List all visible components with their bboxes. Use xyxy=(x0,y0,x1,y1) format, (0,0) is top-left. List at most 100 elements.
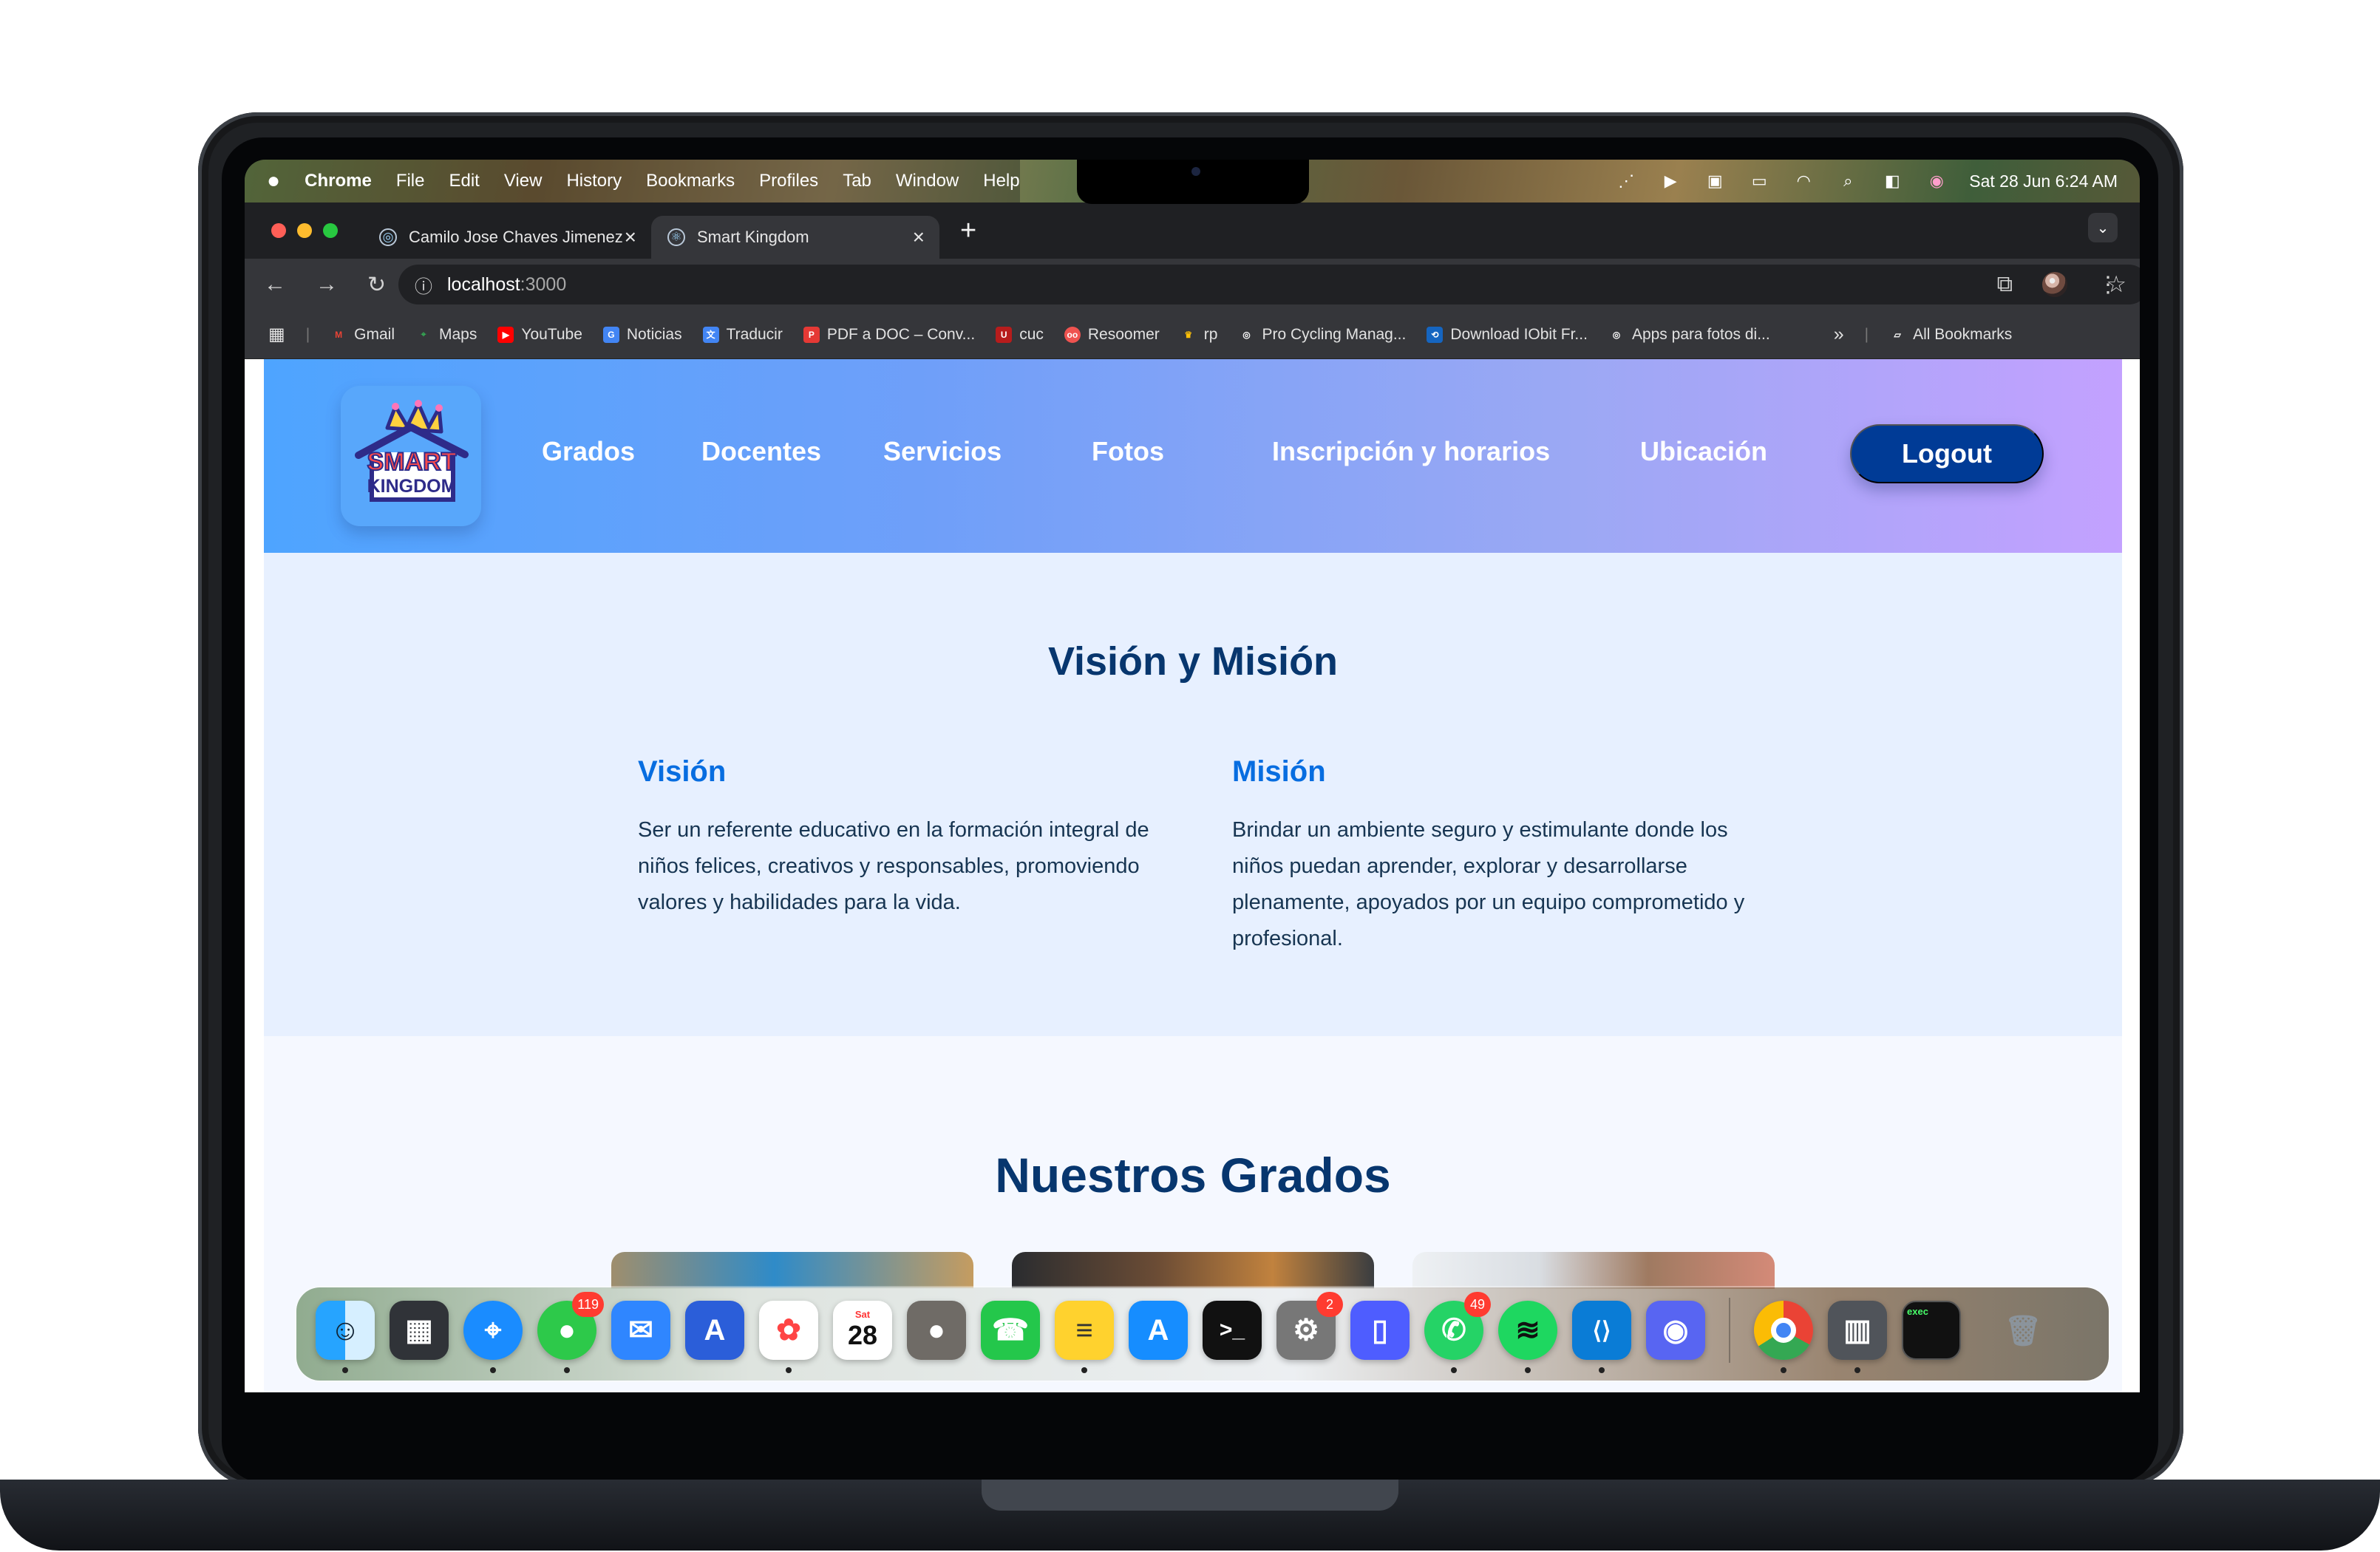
nav-fotos[interactable]: Fotos xyxy=(1092,436,1164,467)
notes-icon[interactable]: ≡ xyxy=(1055,1301,1114,1373)
launchpad-icon[interactable]: ▦ xyxy=(390,1301,449,1360)
bookmark-apps-fotos[interactable]: ◎ Apps para fotos di... xyxy=(1608,326,1770,344)
app-store-icon[interactable]: A xyxy=(1129,1301,1188,1360)
visual-studio-code-icon[interactable]: ⟨⟩ xyxy=(1572,1301,1631,1373)
database-icon: ▥ xyxy=(1843,1314,1871,1347)
smart-kingdom-logo[interactable]: SMART KINGDOM xyxy=(341,386,481,526)
nav-inscripcion-y-horarios[interactable]: Inscripción y horarios xyxy=(1272,436,1550,467)
more-menu-icon[interactable]: ⋮ xyxy=(2097,272,2119,298)
contacts-icon[interactable]: ● xyxy=(907,1301,966,1360)
wifi-icon[interactable]: ◠ xyxy=(1792,171,1815,190)
nav-servicios[interactable]: Servicios xyxy=(883,436,1002,467)
maximize-window-icon[interactable] xyxy=(323,223,338,238)
safari-icon[interactable]: ⌖ xyxy=(463,1301,523,1373)
bookmark-download-iobit[interactable]: ⟲ Download IObit Fr... xyxy=(1427,326,1588,344)
finder-icon[interactable]: ☺ xyxy=(316,1301,375,1373)
search-icon[interactable]: ⌕ xyxy=(1836,171,1860,190)
maps-icon: ⌖ xyxy=(421,329,426,339)
running-indicator xyxy=(1781,1367,1786,1373)
menu-help[interactable]: Help xyxy=(983,171,1019,191)
chrome-icon[interactable] xyxy=(1754,1301,1813,1373)
bookmark-cuc[interactable]: Ucuc xyxy=(996,326,1044,344)
vision-mission-section: Visión y Misión Visión Ser un referente … xyxy=(264,553,2122,1036)
url-port[interactable]: :3000 xyxy=(520,274,567,295)
url-text[interactable]: localhost:3000 xyxy=(447,274,566,296)
bookmark-traducir[interactable]: 文 Traducir xyxy=(702,326,783,344)
nav-grados[interactable]: Grados xyxy=(542,436,635,467)
terminal-icon[interactable]: >_ xyxy=(1203,1301,1262,1360)
resoomer-icon: oo xyxy=(1064,326,1081,343)
back-arrow-icon[interactable]: ← xyxy=(264,272,286,297)
tab-search-button[interactable]: ⌄ xyxy=(2088,213,2118,242)
extensions-icon[interactable]: ⧉ xyxy=(1997,272,2013,297)
nav-docentes[interactable]: Docentes xyxy=(701,436,821,467)
play-icon[interactable]: ▶ xyxy=(1659,171,1682,190)
menu-tab[interactable]: Tab xyxy=(843,171,871,191)
settings-badge: 2 xyxy=(1316,1292,1343,1317)
photos-icon[interactable]: ✿ xyxy=(759,1301,818,1373)
tab-camilo-jose-chaves-jimenez[interactable]: ◎ Camilo Jose Chaves Jimenez × xyxy=(363,216,651,259)
grade-card-1-image[interactable] xyxy=(611,1252,973,1289)
server-icon[interactable]: ▥ xyxy=(1828,1301,1887,1373)
screen-record-icon[interactable]: ⋰ xyxy=(1614,171,1638,190)
menu-history[interactable]: History xyxy=(566,171,622,191)
bookmark-pdf-a-doc[interactable]: P PDF a DOC – Conv... xyxy=(803,326,975,344)
menu-bookmarks[interactable]: Bookmarks xyxy=(646,171,735,191)
messages-icon[interactable]: ● 119 xyxy=(537,1292,604,1373)
menu-app-name[interactable]: Chrome xyxy=(305,171,372,191)
bookmark-youtube[interactable]: ▶ YouTube xyxy=(497,326,582,344)
calendar-icon[interactable]: Sat 28 xyxy=(833,1301,892,1360)
apple-icon[interactable]: ● xyxy=(267,169,280,194)
site-info-icon[interactable]: ⓘ xyxy=(415,272,432,298)
menu-file[interactable]: File xyxy=(396,171,425,191)
bookmark-gmail[interactable]: M Gmail xyxy=(330,326,395,344)
nav-ubicacion[interactable]: Ubicación xyxy=(1640,436,1767,467)
profile-avatar[interactable] xyxy=(2042,272,2067,297)
all-bookmarks[interactable]: ▱ All Bookmarks xyxy=(1889,326,2012,344)
menu-window[interactable]: Window xyxy=(896,171,959,191)
control-center-icon[interactable]: ◧ xyxy=(1880,171,1904,190)
system-settings-icon[interactable]: ⚙ 2 xyxy=(1276,1292,1343,1360)
battery-icon[interactable]: ▭ xyxy=(1747,171,1771,190)
date-time[interactable]: Sat 28 Jun 6:24 AM xyxy=(1969,171,2118,191)
hammer-icon: A xyxy=(704,1313,726,1347)
menu-profiles[interactable]: Profiles xyxy=(759,171,818,191)
forward-arrow-icon[interactable]: → xyxy=(316,272,338,297)
grade-card-2-image[interactable] xyxy=(1012,1252,1374,1289)
bookmark-pro-cycling[interactable]: ◎ Pro Cycling Manag... xyxy=(1238,326,1406,344)
bookmarks-overflow-icon[interactable]: » xyxy=(1834,324,1844,345)
caption-icon[interactable]: ▣ xyxy=(1703,171,1727,190)
reload-icon[interactable]: ↻ xyxy=(367,272,386,298)
mail-icon[interactable]: ✉ xyxy=(611,1301,670,1360)
grade-card-3-image[interactable] xyxy=(1412,1252,1775,1289)
bookmark-label: PDF a DOC – Conv... xyxy=(826,325,976,343)
menu-edit[interactable]: Edit xyxy=(449,171,479,191)
minimize-window-icon[interactable] xyxy=(297,223,312,238)
close-window-icon[interactable] xyxy=(271,223,286,238)
whatsapp-icon[interactable]: ✆ 49 xyxy=(1424,1292,1491,1373)
bookmark-rp[interactable]: ♛ rp xyxy=(1180,326,1217,344)
tab-smart-kingdom[interactable]: ⚛ Smart Kingdom × xyxy=(651,216,939,259)
logo-text-kingdom: KINGDOM xyxy=(367,476,457,497)
menu-bar-left: ● Chrome File Edit View History Bookmark… xyxy=(245,160,1020,202)
bookmark-maps[interactable]: ⌖ Maps xyxy=(415,326,477,344)
exec-terminal-window-icon[interactable]: exec xyxy=(1902,1301,1961,1360)
trash-icon[interactable]: 🗑 xyxy=(1993,1301,2053,1360)
globe-icon: ◎ xyxy=(379,228,397,246)
menu-view[interactable]: View xyxy=(504,171,543,191)
spotify-icon[interactable]: ≋ xyxy=(1498,1301,1557,1373)
bookmark-noticias[interactable]: G Noticias xyxy=(602,326,682,344)
apps-grid-icon[interactable]: ▦ xyxy=(268,324,285,345)
xcode-icon[interactable]: A xyxy=(685,1301,744,1360)
new-tab-button[interactable]: + xyxy=(960,215,976,247)
bookmark-resoomer[interactable]: oo Resoomer xyxy=(1064,326,1160,344)
phone-icon[interactable]: ☎ xyxy=(981,1301,1040,1360)
simulator-icon[interactable]: ▯ xyxy=(1350,1301,1410,1360)
siri-icon[interactable]: ◉ xyxy=(1925,171,1948,190)
close-tab-icon[interactable]: × xyxy=(913,225,925,249)
logout-button[interactable]: Logout xyxy=(1850,424,2044,483)
discord-icon[interactable]: ◉ xyxy=(1646,1301,1705,1360)
url-host[interactable]: localhost xyxy=(447,274,520,295)
address-bar[interactable]: ⓘ localhost:3000 ☆ xyxy=(398,265,2140,304)
close-tab-icon[interactable]: × xyxy=(625,225,636,249)
